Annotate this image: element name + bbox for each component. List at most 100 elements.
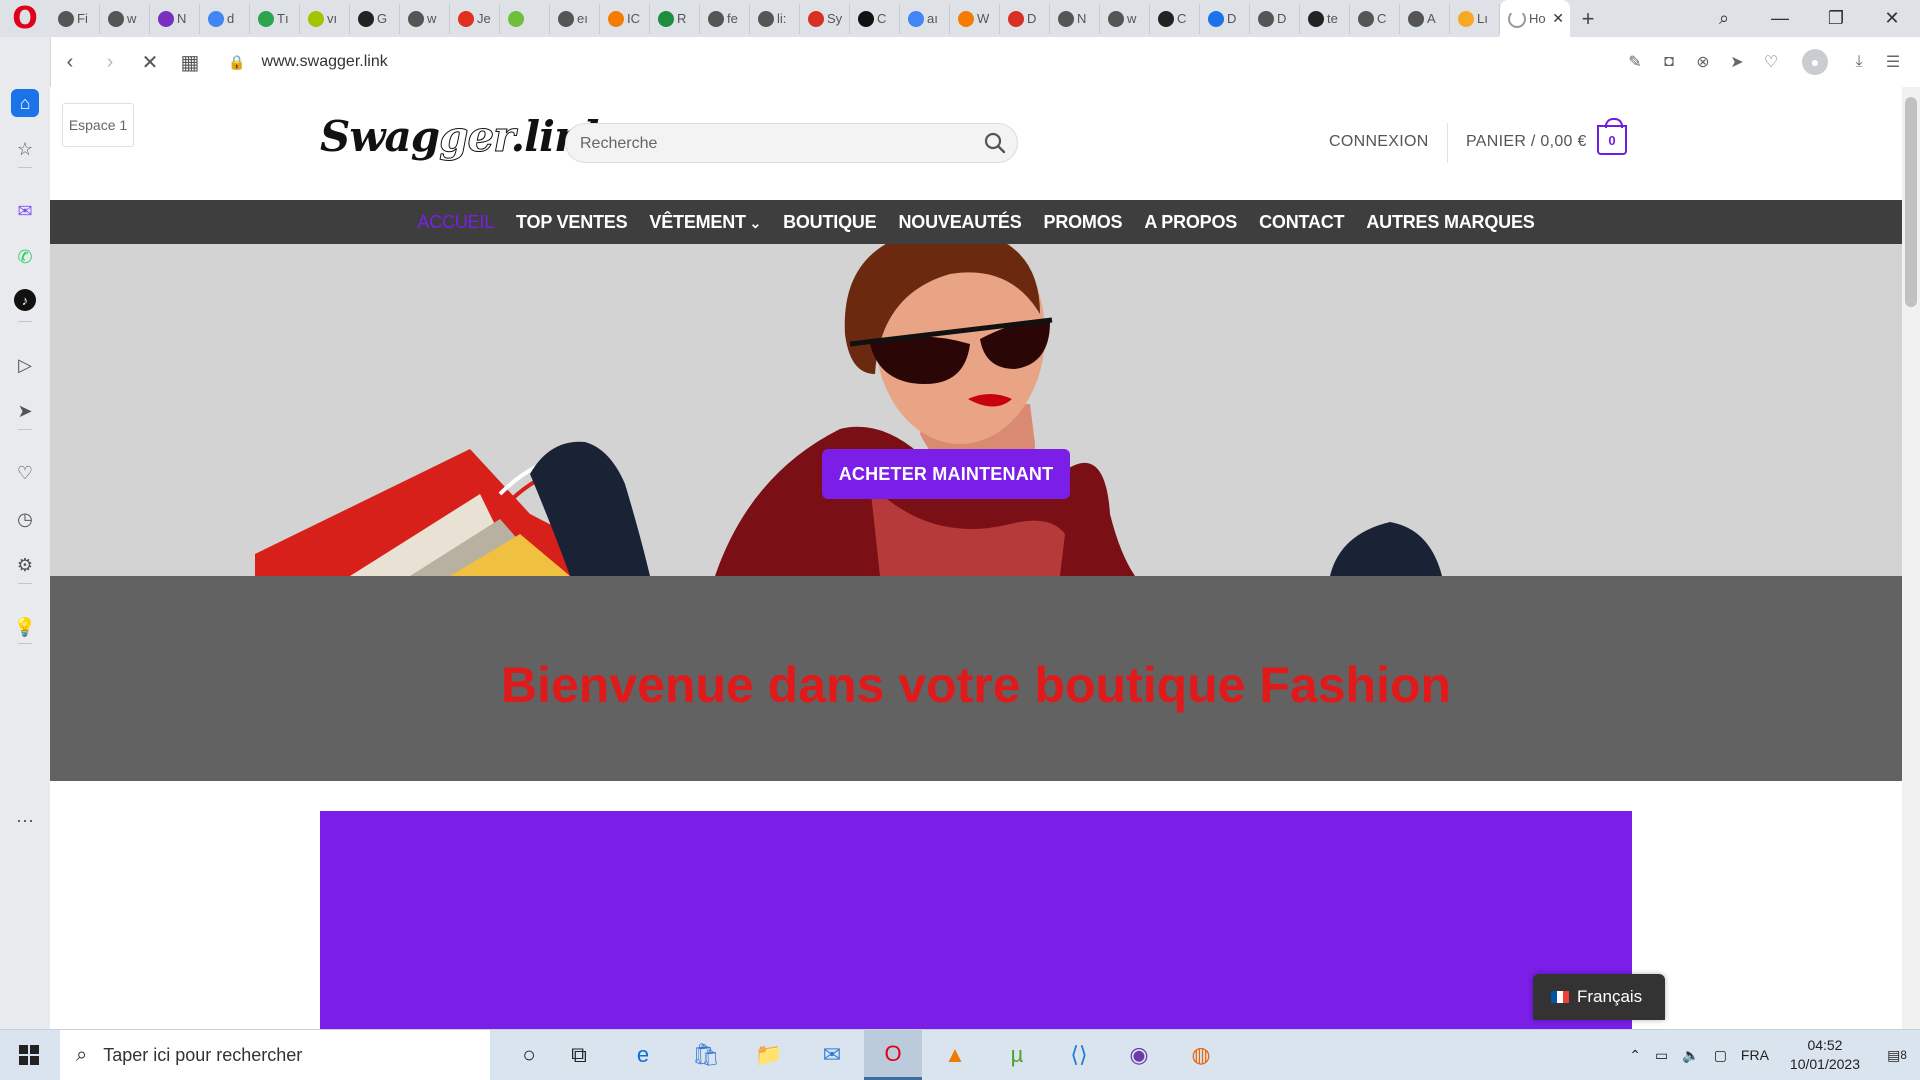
tab-17[interactable]: aı [900,3,950,34]
tab-10[interactable]: eı [550,3,600,34]
notification-center[interactable]: ▤ 8 [1874,1030,1920,1080]
tab-18[interactable]: W [950,3,1000,34]
nav-autres-marques[interactable]: AUTRES MARQUES [1366,212,1534,233]
profile-avatar[interactable]: ● [1802,49,1828,75]
bookmark-heart-icon[interactable]: ♡ [1756,47,1786,77]
page-scrollbar[interactable] [1902,87,1920,1029]
start-button[interactable] [0,1030,58,1080]
bookmarks-icon[interactable]: ☆ [11,135,39,163]
task-view-icon[interactable]: ⧉ [550,1030,608,1080]
tab-25[interactable]: te [1300,3,1350,34]
send-icon[interactable]: ➤ [11,397,39,425]
tab-6[interactable]: G [350,3,400,34]
download-icon[interactable]: ⤓ [1844,47,1874,77]
clock[interactable]: 04:52 10/01/2023 [1776,1036,1874,1074]
nav-top-ventes[interactable]: TOP VENTES [516,212,628,233]
opera-menu-icon[interactable]: O [0,0,50,37]
tab-13[interactable]: fe [700,3,750,34]
login-link[interactable]: CONNEXION [1329,133,1429,151]
whatsapp-icon[interactable]: ✆ [11,243,39,271]
cart-count-badge[interactable]: 0 [1597,118,1627,155]
nav-vêtement[interactable]: VÊTEMENT ⌄ [649,212,761,233]
tab-1[interactable]: w [100,3,150,34]
edit-icon[interactable]: ✎ [1620,47,1650,77]
nav-boutique[interactable]: BOUTIQUE [783,212,877,233]
nav-nouveautés[interactable]: NOUVEAUTÉS [898,212,1021,233]
tab-12[interactable]: R [650,3,700,34]
tab-5[interactable]: vı [300,3,350,34]
player-icon[interactable]: ▷ [11,351,39,379]
easy-setup-icon[interactable]: ☰ [1878,47,1908,77]
nav-promos[interactable]: PROMOS [1044,212,1123,233]
vlc-icon[interactable]: ▲ [926,1030,984,1080]
restore-button[interactable]: ❐ [1808,0,1864,37]
url-field[interactable]: www.swagger.link [261,53,387,71]
tab-15[interactable]: Sy [800,3,850,34]
input-language[interactable]: FRA [1734,1047,1776,1063]
tab-8[interactable]: Je [450,3,500,34]
tab-19[interactable]: D [1000,3,1050,34]
tab-overview-icon[interactable]: ▦ [170,42,210,82]
stop-loading-button[interactable]: ✕ [130,42,170,82]
store-icon[interactable]: 🛍 [677,1030,735,1080]
language-switcher[interactable]: Français [1533,974,1665,1020]
tab-26[interactable]: C [1350,3,1400,34]
tab-11[interactable]: IC [600,3,650,34]
heart-icon[interactable]: ♡ [11,459,39,487]
network-icon[interactable]: ▢ [1707,1047,1734,1064]
tab-22[interactable]: C [1150,3,1200,34]
edge-icon[interactable]: e [614,1030,672,1080]
tab-14[interactable]: li: [750,3,800,34]
tab-28[interactable]: Lı [1450,3,1500,34]
battery-icon[interactable]: ▭ [1648,1047,1675,1064]
history-icon[interactable]: ◷ [11,505,39,533]
file-explorer-icon[interactable]: 📁 [740,1030,798,1080]
tab-active[interactable]: Ho ✕ [1500,0,1570,37]
tab-20[interactable]: N [1050,3,1100,34]
opera-icon[interactable]: O [864,1030,922,1080]
vscode-icon[interactable]: ⟨⟩ [1050,1030,1108,1080]
scrollbar-thumb[interactable] [1905,97,1917,307]
snapshot-icon[interactable]: ◘ [1654,47,1684,77]
tab-0[interactable]: Fi [50,3,100,34]
buy-now-button[interactable]: ACHETER MAINTENANT [822,449,1070,499]
close-window-button[interactable]: ✕ [1864,0,1920,37]
back-button[interactable]: ‹ [50,42,90,82]
lock-icon[interactable]: 🔒 [228,54,245,71]
search-tabs-icon[interactable]: ⌕ [1696,0,1752,37]
cart-link[interactable]: PANIER / 0,00 € [1466,133,1587,151]
search-icon[interactable] [983,131,1007,155]
tab-3[interactable]: d [200,3,250,34]
home-icon[interactable]: ⌂ [11,89,39,117]
workspace-button[interactable]: Espace 1 [62,103,134,147]
tab-21[interactable]: w [1100,3,1150,34]
tab-7[interactable]: w [400,3,450,34]
volume-icon[interactable]: 🔈 [1675,1047,1706,1064]
forward-button[interactable]: › [90,42,130,82]
new-tab-button[interactable]: + [1570,6,1606,32]
mail-icon[interactable]: ✉ [803,1030,861,1080]
nav-contact[interactable]: CONTACT [1259,212,1344,233]
tips-icon[interactable]: 💡 [11,613,39,641]
show-hidden-icons[interactable]: ⌃ [1622,1047,1648,1064]
tiktok-icon[interactable]: ♪ [14,289,36,311]
settings-icon[interactable]: ⚙ [11,551,39,579]
messenger-icon[interactable]: ✉ [11,197,39,225]
tab-23[interactable]: D [1200,3,1250,34]
close-tab-icon[interactable]: ✕ [1552,10,1564,27]
more-icon[interactable]: ⋯ [11,807,39,835]
nav-accueil[interactable]: ACCUEIL [417,212,494,233]
github-desktop-icon[interactable]: ◉ [1110,1030,1168,1080]
tab-4[interactable]: Tı [250,3,300,34]
tab-24[interactable]: D [1250,3,1300,34]
utorrent-icon[interactable]: µ [988,1030,1046,1080]
search-input[interactable] [578,132,962,156]
firefox-icon[interactable]: ◍ [1172,1030,1230,1080]
tab-2[interactable]: N [150,3,200,34]
nav-a-propos[interactable]: A PROPOS [1144,212,1237,233]
taskbar-search[interactable]: ⌕ Taper ici pour rechercher [60,1030,490,1080]
tab-16[interactable]: C [850,3,900,34]
tab-27[interactable]: A [1400,3,1450,34]
tab-9[interactable] [500,3,550,34]
minimize-button[interactable]: — [1752,0,1808,37]
